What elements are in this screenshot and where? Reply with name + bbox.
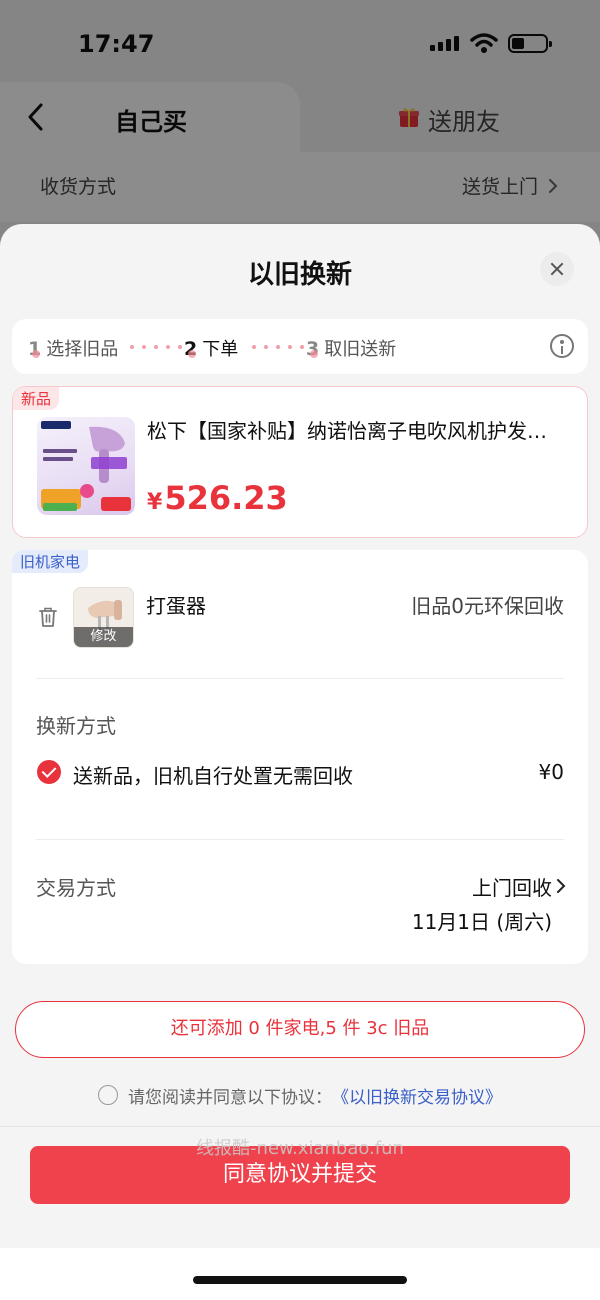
- top-tabs: 自己买 送朋友: [0, 82, 600, 152]
- price-amount: 526.23: [164, 479, 288, 517]
- tab-self-buy-label: 自己买: [115, 108, 187, 136]
- status-time: 17:47: [78, 30, 155, 58]
- battery-icon: [508, 34, 552, 53]
- step-number: 1: [28, 338, 42, 360]
- product-image: [37, 417, 135, 515]
- step-label: 选择旧品: [46, 339, 119, 360]
- divider: [36, 678, 564, 679]
- back-icon[interactable]: [26, 102, 44, 132]
- price-currency: ¥: [147, 490, 163, 515]
- checked-icon[interactable]: [37, 760, 61, 784]
- step-place-order: 2 下单: [184, 335, 238, 361]
- progress-steps: 1 选择旧品 2 下单 3 取旧送新: [12, 319, 588, 374]
- step-pickup-deliver: 3 取旧送新: [306, 335, 396, 361]
- divider: [36, 839, 564, 840]
- exchange-method-label: 换新方式: [36, 714, 116, 738]
- status-bar: 17:47: [0, 0, 600, 80]
- old-item-recycle-text: 旧品0元环保回收: [411, 594, 564, 618]
- trade-method-value[interactable]: 上门回收: [472, 872, 552, 901]
- trash-icon[interactable]: [38, 606, 58, 628]
- old-item-tag: 旧机家电: [12, 550, 89, 573]
- background-page: 17:47 自己买 送朋友 收货方式 送货上门: [0, 0, 600, 260]
- product-price: ¥ 526.23: [147, 479, 288, 517]
- edit-button[interactable]: 修改: [74, 627, 133, 647]
- tab-send-friend[interactable]: 送朋友: [428, 102, 500, 137]
- delivery-method-value: 送货上门: [461, 176, 538, 198]
- gift-icon: [399, 108, 419, 127]
- trade-method-label: 交易方式: [36, 876, 116, 900]
- old-appliance-card: 旧机家电 修改 打蛋器 旧品0元环保回收 换新方式 送新品，旧机自行处置无需回收…: [12, 550, 588, 964]
- exchange-option-price: ¥0: [538, 760, 564, 784]
- step-number: 2: [184, 338, 198, 360]
- agreement-link[interactable]: 《以旧换新交易协议》: [332, 1083, 502, 1108]
- step-number: 3: [306, 338, 320, 360]
- step-connector: [252, 345, 304, 349]
- chevron-right-icon[interactable]: [556, 878, 566, 894]
- step-connector: [130, 345, 182, 349]
- agreement-text: 请您阅读并同意以下协议：: [128, 1087, 332, 1108]
- sheet-title: 以旧换新: [247, 260, 352, 290]
- delivery-method-label: 收货方式: [40, 176, 117, 198]
- step-label: 下单: [202, 339, 239, 360]
- home-indicator[interactable]: [193, 1276, 407, 1284]
- close-button[interactable]: [540, 252, 574, 286]
- chevron-right-icon: [549, 179, 558, 193]
- bottom-safe-area: [0, 1248, 600, 1300]
- agreement-row: 请您阅读并同意以下协议： 《以旧换新交易协议》: [0, 1082, 600, 1108]
- tab-self-buy[interactable]: 自己买: [0, 82, 300, 152]
- trade-date: 11月1日 (周六): [411, 910, 552, 934]
- watermark-text: 线报酷-new.xianbao.fun: [196, 1138, 404, 1159]
- info-icon[interactable]: [550, 334, 574, 358]
- step-select-old: 1 选择旧品: [28, 335, 118, 361]
- cellular-signal-icon: [430, 36, 459, 51]
- delivery-method-row[interactable]: 收货方式 送货上门: [0, 152, 600, 222]
- old-item-name: 打蛋器: [146, 594, 206, 618]
- trade-in-sheet: 以旧换新 1 选择旧品 2 下单 3 取旧送新 新品 松下【国家补贴】纳诺怡离子…: [0, 224, 600, 1300]
- old-item-image[interactable]: 修改: [73, 587, 134, 648]
- add-more-items-button[interactable]: 还可添加 0 件家电,5 件 3c 旧品: [15, 1001, 585, 1058]
- new-item-tag: 新品: [13, 387, 60, 410]
- product-name: 松下【国家补贴】纳诺怡离子电吹风机护发…: [147, 419, 547, 443]
- wifi-icon: [470, 33, 498, 53]
- new-product-card[interactable]: 新品 松下【国家补贴】纳诺怡离子电吹风机护发… ¥ 526.23: [12, 386, 588, 538]
- agreement-radio[interactable]: [98, 1085, 118, 1105]
- footer-divider: [0, 1126, 600, 1127]
- step-label: 取旧送新: [324, 339, 397, 360]
- exchange-option-text[interactable]: 送新品，旧机自行处置无需回收: [73, 760, 353, 789]
